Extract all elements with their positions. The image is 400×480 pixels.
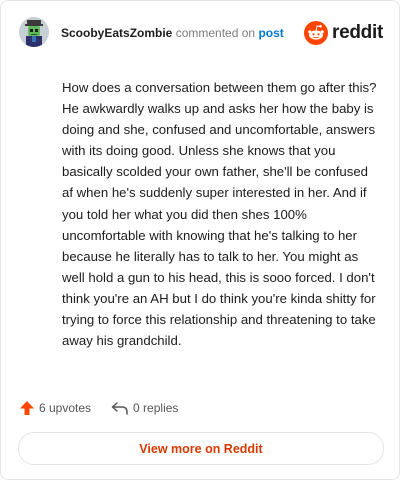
upvote-count: 6 upvotes — [39, 401, 92, 415]
reply-button[interactable]: 0 replies — [111, 400, 178, 416]
upvote-arrow-icon — [20, 401, 34, 415]
comment-header: ScoobyEatsZombie commented on post reddi… — [19, 17, 383, 53]
comment-byline: ScoobyEatsZombie commented on post — [61, 25, 284, 41]
comment-actions: 6 upvotes 0 replies — [19, 397, 198, 419]
comment-body: How does a conversation between them go … — [62, 80, 377, 349]
reply-arrow-icon — [111, 402, 128, 415]
reddit-snoo-icon — [304, 21, 329, 45]
user-avatar[interactable] — [19, 17, 49, 47]
reply-count: 0 replies — [133, 401, 179, 415]
username-link[interactable]: ScoobyEatsZombie — [61, 26, 172, 40]
upvote-button[interactable]: 6 upvotes — [19, 400, 91, 416]
reddit-logo[interactable]: reddit — [304, 19, 383, 47]
commented-on-text: commented on — [175, 26, 256, 40]
comment-embed-card: ScoobyEatsZombie commented on post reddi… — [0, 0, 400, 480]
reddit-wordmark: reddit — [332, 22, 383, 43]
post-link[interactable]: post — [258, 26, 283, 40]
view-more-button[interactable]: View more on Reddit — [18, 432, 384, 465]
zombie-avatar-icon — [19, 17, 49, 47]
